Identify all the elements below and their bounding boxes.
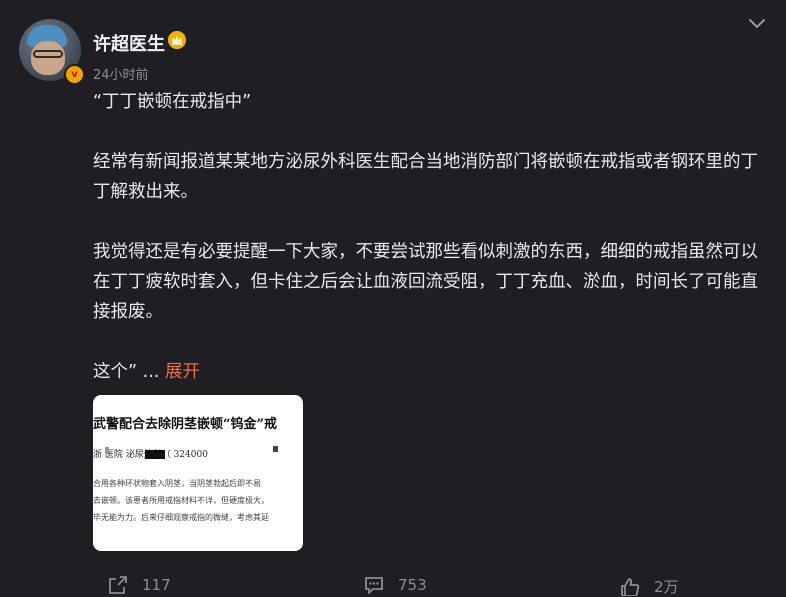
- share-button[interactable]: 117: [108, 576, 171, 594]
- author-name[interactable]: 许超医生: [93, 30, 165, 56]
- post-body: “丁丁嵌顿在戒指中” 经常有新闻报道某某地方泌尿外科医生配合当地消防部门将嵌顿在…: [93, 87, 769, 387]
- post-time: 24小时前: [93, 68, 149, 83]
- like-button[interactable]: 2万: [620, 576, 679, 597]
- share-icon: [109, 576, 127, 594]
- expand-link[interactable]: 展开: [165, 362, 200, 382]
- image-body-line: 合用各种环状物套入阴茎，当阴茎勃起后即不易: [93, 479, 261, 488]
- post-image[interactable]: 武警配合去除阴茎嵌顿“钨金”戒 浙 医院 泌尿外科（ 324000 合用各种环状…: [93, 395, 303, 551]
- face: [31, 41, 65, 75]
- image-body-line: 去嵌顿。该患者所用戒指材料不详，但硬度极大，: [93, 496, 269, 505]
- thumbs-up-icon: [621, 577, 640, 596]
- like-count: 2万: [654, 578, 679, 596]
- image-mark: [273, 446, 278, 452]
- glasses: [33, 50, 63, 58]
- post-paragraph: “丁丁嵌顿在戒指中”: [93, 92, 252, 112]
- post-last-text: 这个”: [93, 362, 138, 382]
- ellipsis: ...: [142, 362, 160, 382]
- verified-badge-icon: v: [64, 64, 85, 85]
- crown-icon: [168, 31, 186, 49]
- image-title-text: 武警配合去除阴茎嵌顿“钨金”戒: [93, 417, 277, 432]
- share-count: 117: [142, 576, 171, 594]
- comment-button[interactable]: 753: [364, 576, 427, 594]
- redaction-bar: [145, 450, 165, 459]
- post-last-line: 这个” ... 展开: [93, 357, 769, 387]
- action-bar: 117 753 2万: [0, 576, 786, 596]
- image-body-line: 毕无能为力。后来仔细观察戒指的微缝，考虑其延: [93, 513, 269, 522]
- post-paragraph: 我觉得还是有必要提醒一下大家，不要尝试那些看似刺激的东西，细细的戒指虽然可以在丁…: [93, 242, 758, 322]
- chevron-down-icon[interactable]: [748, 17, 766, 31]
- comment-count: 753: [398, 576, 427, 594]
- image-mark: [105, 447, 109, 453]
- comment-icon: [365, 577, 383, 594]
- post-paragraph: 经常有新闻报道某某地方泌尿外科医生配合当地消防部门将嵌顿在戒指或者钢环里的丁丁解…: [93, 152, 758, 202]
